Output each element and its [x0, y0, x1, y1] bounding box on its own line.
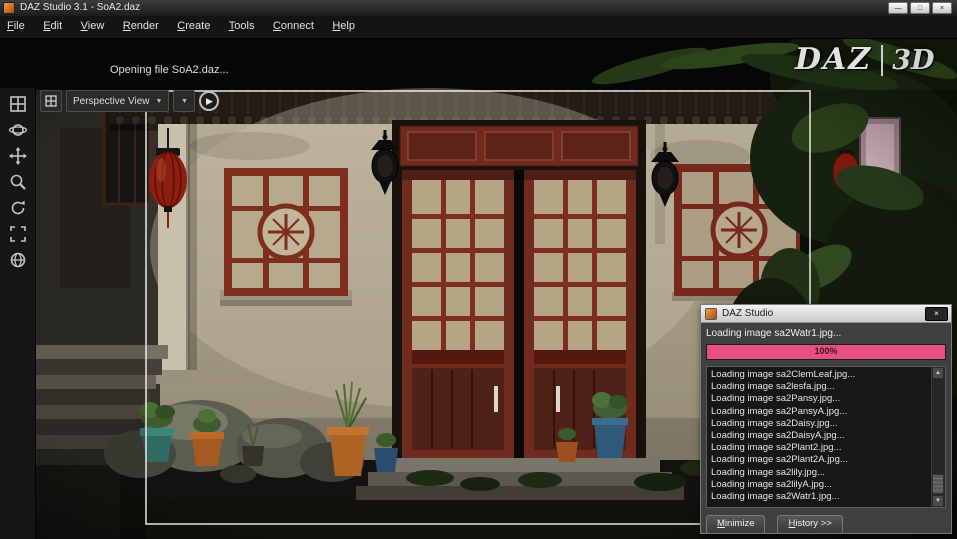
log-line: Loading image sa2lesfa.jpg...	[711, 381, 835, 393]
next-view-button[interactable]: ▶	[199, 91, 220, 111]
panes-icon	[45, 95, 57, 107]
log-line: Loading image sa2Plant2A.jpg...	[711, 454, 848, 466]
dialog-status-text: Loading image sa2Watr1.jpg...	[706, 328, 842, 339]
scroll-up-icon[interactable]: ▲	[932, 367, 944, 379]
zoom-camera-icon[interactable]	[8, 172, 28, 192]
scroll-down-icon[interactable]: ▼	[932, 495, 944, 507]
menu-bar: File Edit View Render Create Tools Conne…	[0, 16, 957, 39]
menu-edit[interactable]: Edit	[36, 16, 69, 32]
loading-log-box: Loading image sa2ClemLeaf.jpg... Loading…	[706, 366, 946, 508]
dialog-titlebar[interactable]: DAZ Studio ×	[701, 305, 951, 323]
view-selector-dropdown[interactable]: Perspective View ▼	[66, 90, 170, 112]
opening-file-status: Opening file SoA2.daz...	[110, 64, 229, 76]
frame-view-icon[interactable]	[8, 224, 28, 244]
window-titlebar[interactable]: DAZ Studio 3.1 - SoA2.daz — □ ×	[0, 0, 957, 16]
log-line: Loading image sa2PansyA.jpg...	[711, 405, 848, 417]
camera-options-dropdown[interactable]: ▼	[173, 90, 196, 112]
dialog-title: DAZ Studio	[722, 308, 774, 319]
menu-render[interactable]: Render	[116, 16, 166, 32]
viewport-toolbar: Perspective View ▼ ▼ ▶	[40, 90, 220, 112]
viewport-layout-icon[interactable]	[8, 94, 28, 114]
scrollbar-thumb[interactable]	[932, 474, 944, 494]
pan-camera-icon[interactable]	[8, 146, 28, 166]
daz-app-icon	[3, 2, 15, 14]
log-line: Loading image sa2Pansy.jpg...	[711, 393, 841, 405]
orbit-camera-icon[interactable]	[8, 120, 28, 140]
menu-tools[interactable]: Tools	[222, 16, 262, 32]
menu-view[interactable]: View	[74, 16, 112, 32]
logo-daz-text: DAZ	[795, 42, 873, 77]
chevron-down-icon: ▼	[181, 97, 188, 105]
log-scrollbar[interactable]: ▲ ▼	[931, 367, 945, 507]
view-selector-label: Perspective View	[73, 95, 150, 107]
dialog-close-button[interactable]: ×	[925, 307, 948, 321]
logo-3d-text: 3D	[881, 45, 934, 76]
log-line: Loading image sa2ClemLeaf.jpg...	[711, 369, 856, 380]
window-minimize-button[interactable]: —	[888, 2, 908, 14]
menu-help[interactable]: Help	[325, 16, 362, 32]
log-line: Loading image sa2Plant2.jpg...	[711, 442, 842, 454]
scene-globe-icon[interactable]	[8, 250, 28, 270]
history-button[interactable]: History >>	[777, 515, 843, 534]
menu-file[interactable]: File	[0, 16, 32, 32]
daz-app-icon	[705, 307, 717, 320]
window-close-button[interactable]: ×	[932, 2, 952, 14]
log-line: Loading image sa2lily.jpg...	[711, 466, 825, 478]
chevron-down-icon: ▼	[155, 97, 163, 105]
log-line: Loading image sa2Daisy.jpg...	[711, 417, 838, 429]
progress-percent: 100%	[814, 346, 838, 356]
log-line: Loading image sa2Watr1.jpg...	[711, 491, 840, 503]
viewport-panes-button[interactable]	[40, 90, 62, 112]
window-title: DAZ Studio 3.1 - SoA2.daz	[20, 2, 141, 13]
minimize-button[interactable]: Minimize	[706, 515, 766, 534]
rotate-camera-icon[interactable]	[8, 198, 28, 218]
log-line: Loading image sa2lilyA.jpg...	[711, 478, 832, 490]
viewport-tool-dock	[0, 88, 36, 539]
menu-connect[interactable]: Connect	[266, 16, 321, 32]
daz3d-logo: DAZ 3D	[795, 42, 934, 77]
log-line: Loading image sa2DaisyA.jpg...	[711, 430, 845, 442]
progress-dialog: DAZ Studio × Loading image sa2Watr1.jpg.…	[700, 304, 952, 534]
window-maximize-button[interactable]: □	[910, 2, 930, 14]
menu-create[interactable]: Create	[170, 16, 217, 32]
progress-bar: 100%	[706, 344, 946, 360]
